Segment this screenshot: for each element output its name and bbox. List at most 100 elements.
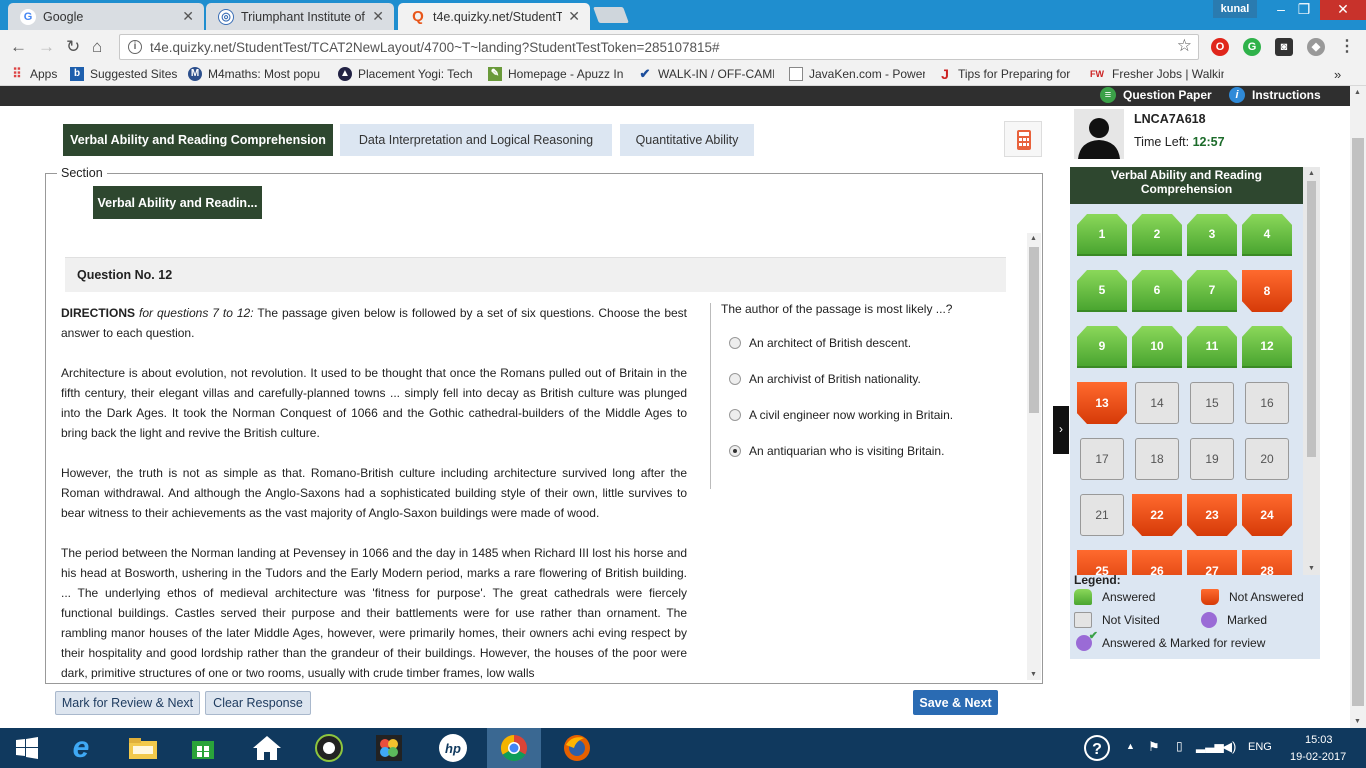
- scroll-thumb[interactable]: [1029, 247, 1039, 413]
- palette-question-24[interactable]: 24: [1242, 494, 1292, 536]
- bookmark-placementyogi[interactable]: ▲ Placement Yogi: Tech: [338, 67, 474, 81]
- tab-quantitative-ability[interactable]: Quantitative Ability: [620, 124, 754, 156]
- tab-verbal-ability[interactable]: Verbal Ability and Reading Comprehension: [63, 124, 333, 156]
- hp-icon[interactable]: hp: [426, 728, 480, 768]
- instructions-link[interactable]: i Instructions: [1229, 87, 1321, 103]
- palette-question-19[interactable]: 19: [1190, 438, 1234, 480]
- answer-option-4[interactable]: An antiquarian who is visiting Britain.: [729, 444, 944, 458]
- bookmark-freshers[interactable]: FW Fresher Jobs | Walkins: [1088, 67, 1224, 81]
- back-icon[interactable]: ←: [10, 37, 27, 57]
- bookmark-walkin[interactable]: ✔ WALK-IN / OFF-CAMP: [638, 67, 774, 81]
- extension-icon[interactable]: ◆: [1307, 38, 1325, 56]
- windows-start-icon[interactable]: [0, 728, 54, 768]
- current-section-button[interactable]: Verbal Ability and Readin...: [93, 186, 262, 219]
- address-bar[interactable]: i t4e.quizky.net/StudentTest/TCAT2NewLay…: [119, 34, 1199, 60]
- palette-question-3[interactable]: 3: [1187, 214, 1237, 256]
- question-paper-link[interactable]: ≡ Question Paper: [1100, 87, 1212, 103]
- close-tab-icon[interactable]: ✕: [182, 8, 194, 25]
- bookmarks-overflow[interactable]: »: [1334, 67, 1341, 82]
- palette-question-26[interactable]: 26: [1132, 550, 1182, 575]
- scroll-up-icon[interactable]: ▲: [1354, 89, 1361, 96]
- palette-question-1[interactable]: 1: [1077, 214, 1127, 256]
- mark-review-next-button[interactable]: Mark for Review & Next: [55, 691, 200, 715]
- tray-overflow-icon[interactable]: ▲: [1126, 741, 1135, 751]
- bookmark-javaken[interactable]: JavaKen.com - Powere: [789, 67, 925, 81]
- palette-question-2[interactable]: 2: [1132, 214, 1182, 256]
- photos-app-icon[interactable]: [362, 728, 416, 768]
- radio-button-selected[interactable]: [729, 445, 741, 457]
- tab-data-interpretation[interactable]: Data Interpretation and Logical Reasonin…: [340, 124, 612, 156]
- close-window-icon[interactable]: ✕: [1320, 0, 1366, 20]
- palette-question-21[interactable]: 21: [1080, 494, 1124, 536]
- signal-icon[interactable]: ▂▃▅: [1196, 739, 1224, 753]
- radio-button[interactable]: [729, 337, 741, 349]
- opera-extension-icon[interactable]: O: [1211, 38, 1229, 56]
- passage-scrollbar[interactable]: ▲ ▼: [1027, 233, 1041, 680]
- answer-option-3[interactable]: A civil engineer now working in Britain.: [729, 408, 953, 422]
- palette-question-8[interactable]: 8: [1242, 270, 1292, 312]
- palette-question-16[interactable]: 16: [1245, 382, 1289, 424]
- volume-icon[interactable]: ◀): [1222, 739, 1236, 755]
- bookmark-star-icon[interactable]: ☆: [1177, 36, 1192, 56]
- input-language[interactable]: ENG: [1248, 741, 1272, 753]
- palette-question-12[interactable]: 12: [1242, 326, 1292, 368]
- home-icon[interactable]: ⌂: [92, 37, 102, 57]
- reload-icon[interactable]: ↻: [66, 37, 80, 57]
- clear-response-button[interactable]: Clear Response: [205, 691, 311, 715]
- palette-question-11[interactable]: 11: [1187, 326, 1237, 368]
- scroll-up-icon[interactable]: ▲: [1308, 170, 1315, 177]
- clock-time[interactable]: 15:03: [1305, 734, 1333, 746]
- internet-explorer-icon[interactable]: e: [54, 728, 108, 768]
- bookmark-apuzz[interactable]: ✎ Homepage - Apuzz In: [488, 67, 624, 81]
- bookmark-suggested[interactable]: b Suggested Sites: [70, 67, 177, 81]
- site-info-icon[interactable]: i: [128, 40, 142, 54]
- scroll-up-icon[interactable]: ▲: [1030, 235, 1037, 242]
- chrome-taskbar-icon[interactable]: [487, 728, 541, 768]
- scroll-down-icon[interactable]: ▼: [1308, 565, 1315, 572]
- palette-question-22[interactable]: 22: [1132, 494, 1182, 536]
- camera-app-icon[interactable]: [302, 728, 356, 768]
- palette-question-20[interactable]: 20: [1245, 438, 1289, 480]
- help-icon[interactable]: ?: [1070, 728, 1124, 768]
- close-tab-icon[interactable]: ✕: [568, 8, 580, 25]
- network-error-icon[interactable]: ⚑: [1148, 739, 1160, 755]
- save-next-button[interactable]: Save & Next: [913, 690, 998, 715]
- palette-question-6[interactable]: 6: [1132, 270, 1182, 312]
- palette-question-17[interactable]: 17: [1080, 438, 1124, 480]
- palette-question-4[interactable]: 4: [1242, 214, 1292, 256]
- bookmark-apps[interactable]: ⠿ Apps: [10, 67, 57, 82]
- palette-scrollbar[interactable]: ▲ ▼: [1303, 167, 1320, 575]
- clock-date[interactable]: 19-02-2017: [1290, 751, 1346, 763]
- palette-question-13[interactable]: 13: [1077, 382, 1127, 424]
- scroll-down-icon[interactable]: ▼: [1354, 718, 1361, 725]
- collapse-panel-icon[interactable]: ›: [1053, 406, 1069, 454]
- bookmark-m4maths[interactable]: M M4maths: Most popu: [188, 67, 324, 81]
- home-icon[interactable]: [240, 728, 294, 768]
- menu-icon[interactable]: ⋮: [1338, 38, 1356, 56]
- answer-option-2[interactable]: An archivist of British nationality.: [729, 372, 921, 386]
- radio-button[interactable]: [729, 373, 741, 385]
- palette-question-28[interactable]: 28: [1242, 550, 1292, 575]
- palette-question-10[interactable]: 10: [1132, 326, 1182, 368]
- palette-question-15[interactable]: 15: [1190, 382, 1234, 424]
- new-tab-button[interactable]: [593, 7, 629, 23]
- palette-question-14[interactable]: 14: [1135, 382, 1179, 424]
- palette-question-18[interactable]: 18: [1135, 438, 1179, 480]
- forward-icon[interactable]: →: [38, 37, 55, 57]
- tab-quizky[interactable]: Q t4e.quizky.net/StudentTe ✕: [398, 3, 590, 30]
- scroll-thumb[interactable]: [1307, 181, 1316, 457]
- profile-name[interactable]: kunal: [1213, 0, 1257, 18]
- calculator-icon[interactable]: [1004, 121, 1042, 157]
- firefox-icon[interactable]: [550, 728, 604, 768]
- palette-question-5[interactable]: 5: [1077, 270, 1127, 312]
- palette-question-23[interactable]: 23: [1187, 494, 1237, 536]
- bookmark-tips[interactable]: J Tips for Preparing for: [938, 67, 1074, 81]
- grammarly-extension-icon[interactable]: G: [1243, 38, 1261, 56]
- palette-question-9[interactable]: 9: [1077, 326, 1127, 368]
- scroll-down-icon[interactable]: ▼: [1030, 671, 1037, 678]
- close-tab-icon[interactable]: ✕: [372, 8, 384, 25]
- incognito-extension-icon[interactable]: ◙: [1275, 38, 1293, 56]
- file-explorer-icon[interactable]: [116, 728, 170, 768]
- page-scrollbar[interactable]: ▲ ▼: [1350, 86, 1366, 728]
- scroll-thumb[interactable]: [1352, 138, 1364, 706]
